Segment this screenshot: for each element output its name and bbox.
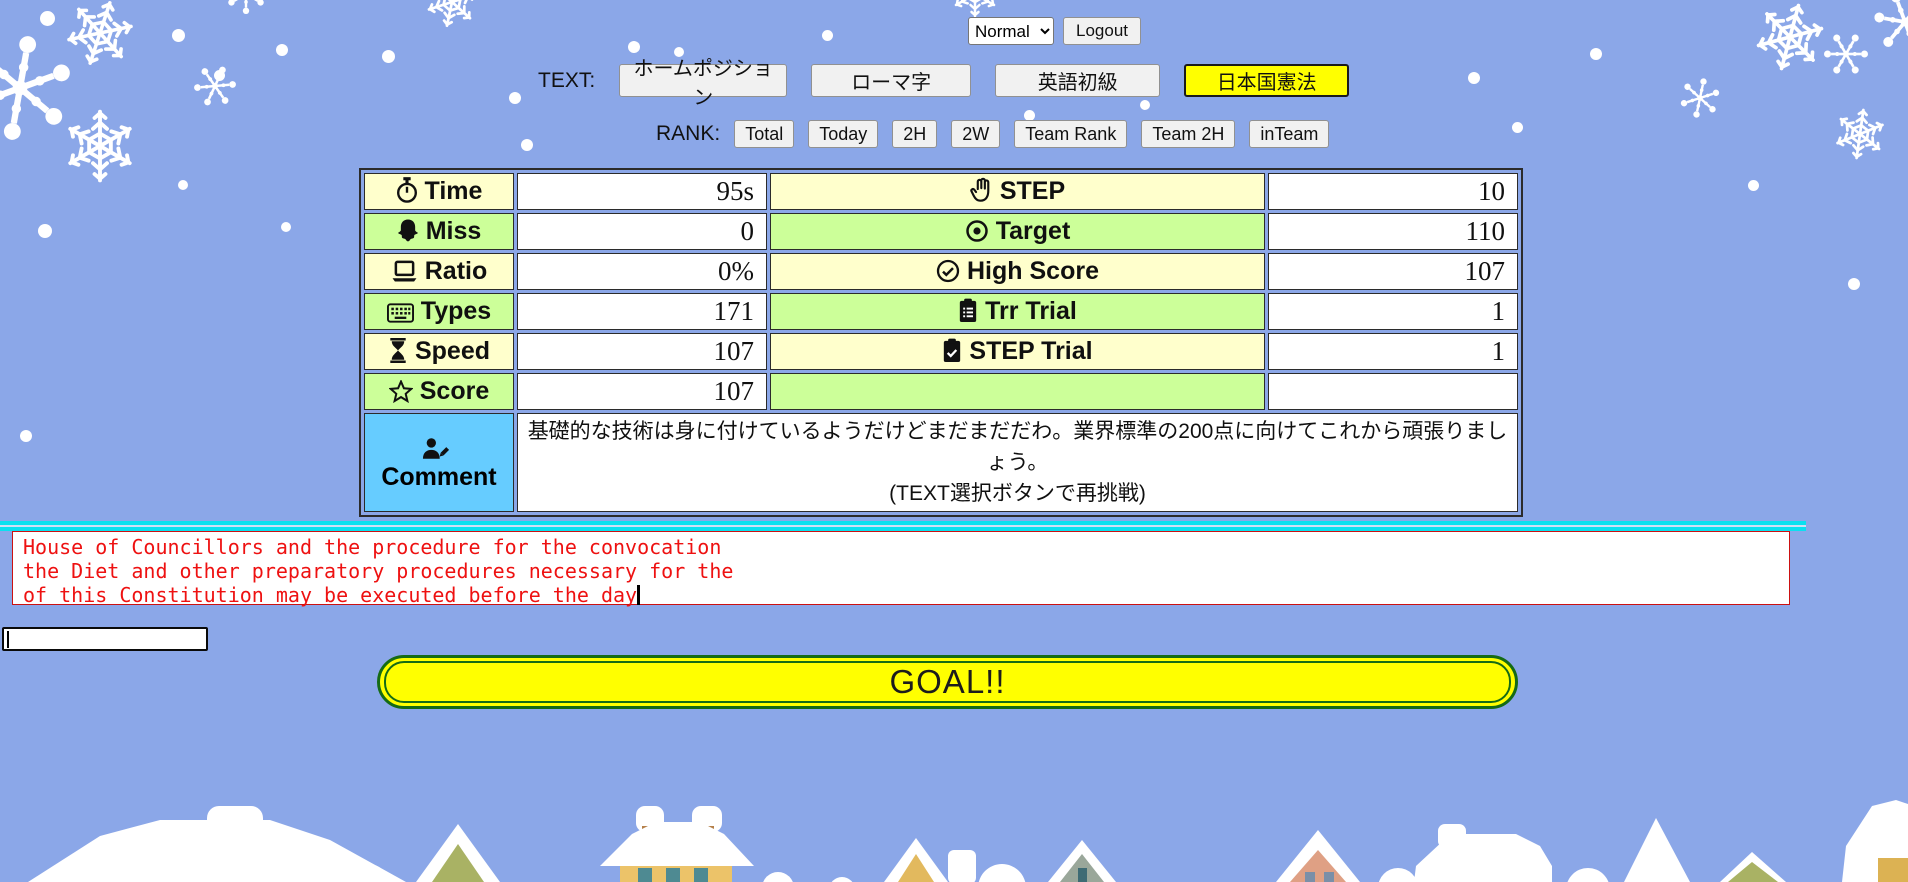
input-cursor <box>7 631 9 648</box>
rank-select-row: RANK: Total Today 2H 2W Team Rank Team 2… <box>656 120 1329 148</box>
hand-icon <box>970 177 993 203</box>
typing-app-page: Normal Logout TEXT: ホームポジション ローマ字 英語初級 日… <box>0 0 1908 882</box>
text-button-japan-constitution[interactable]: 日本国憲法 <box>1184 64 1349 97</box>
stat-value: 107 <box>517 333 767 370</box>
stat-label: STEP <box>1000 177 1065 205</box>
table-row: Score 107 <box>364 373 1518 410</box>
rank-button-2h[interactable]: 2H <box>892 120 937 148</box>
goal-button[interactable]: GOAL!! <box>377 655 1518 709</box>
mode-select[interactable]: Normal <box>968 17 1054 45</box>
laptop-icon <box>391 260 418 283</box>
stat-value: 107 <box>1268 253 1518 290</box>
comment-label: Comment <box>381 463 496 491</box>
stat-value: 107 <box>517 373 767 410</box>
comment-text: 基礎的な技術は身に付けているようだけどまだまだだわ。業界標準の200点に向けてこ… <box>517 413 1518 512</box>
rank-button-team-rank[interactable]: Team Rank <box>1014 120 1127 148</box>
table-row: Miss 0 Target 110 <box>364 213 1518 250</box>
logout-button[interactable]: Logout <box>1063 17 1141 45</box>
text-cursor <box>637 585 640 605</box>
stat-label: High Score <box>967 257 1099 285</box>
stat-label: Time <box>425 177 483 205</box>
stat-value: 171 <box>517 293 767 330</box>
stat-value: 0 <box>517 213 767 250</box>
rank-button-2w[interactable]: 2W <box>951 120 1000 148</box>
typing-line: House of Councillors and the procedure f… <box>23 535 1789 559</box>
check-circle-icon <box>936 259 960 283</box>
stopwatch-icon <box>396 177 418 203</box>
snow-house <box>28 800 1908 882</box>
table-row: Time 95s STEP 10 <box>364 173 1518 210</box>
empty-label-cell <box>770 373 1265 410</box>
stat-label: Score <box>420 377 489 405</box>
comment-line2: (TEXT選択ボタンで再挑戦) <box>526 478 1509 509</box>
stat-label: Types <box>421 297 491 325</box>
rank-button-team-2h[interactable]: Team 2H <box>1141 120 1235 148</box>
rank-row-label: RANK: <box>656 122 720 146</box>
rank-button-inteam[interactable]: inTeam <box>1249 120 1329 148</box>
target-icon <box>965 219 989 243</box>
stat-value: 1 <box>1268 293 1518 330</box>
rank-button-total[interactable]: Total <box>734 120 794 148</box>
stat-label: Miss <box>426 217 482 245</box>
table-row: Ratio 0% High Score 107 <box>364 253 1518 290</box>
text-button-english-beginner[interactable]: 英語初級 <box>995 64 1160 97</box>
hourglass-icon <box>388 338 408 363</box>
text-row-label: TEXT: <box>538 69 595 93</box>
ghost-icon <box>397 218 419 243</box>
stat-value: 0% <box>517 253 767 290</box>
table-row: Types 171 Trr Trial 1 <box>364 293 1518 330</box>
stat-value: 95s <box>517 173 767 210</box>
progress-divider-bar <box>0 521 1806 531</box>
stat-label: Ratio <box>425 257 488 285</box>
stat-label: Trr Trial <box>985 297 1077 325</box>
comment-line1: 基礎的な技術は身に付けているようだけどまだまだだわ。業界標準の200点に向けてこ… <box>526 416 1509 478</box>
empty-value-cell <box>1268 373 1518 410</box>
comment-row: Comment 基礎的な技術は身に付けているようだけどまだまだだわ。業界標準の2… <box>364 413 1518 512</box>
text-button-romaji[interactable]: ローマ字 <box>811 64 971 97</box>
clipboard-list-icon <box>958 298 978 323</box>
stat-label: STEP Trial <box>969 337 1092 365</box>
keyboard-icon <box>387 303 414 323</box>
clipboard-check-icon <box>942 338 962 363</box>
typing-line: the Diet and other preparatory procedure… <box>23 559 1789 583</box>
user-edit-icon <box>422 437 450 460</box>
stat-value: 10 <box>1268 173 1518 210</box>
stat-value: 110 <box>1268 213 1518 250</box>
stat-value: 1 <box>1268 333 1518 370</box>
table-row: Speed 107 STEP Trial 1 <box>364 333 1518 370</box>
stat-label: Target <box>996 217 1071 245</box>
text-button-home-position[interactable]: ホームポジション <box>619 64 787 97</box>
goal-button-label: GOAL!! <box>384 661 1511 703</box>
typing-input-field[interactable] <box>2 627 208 651</box>
text-select-row: TEXT: ホームポジション ローマ字 英語初級 日本国憲法 <box>538 64 1349 97</box>
rank-button-today[interactable]: Today <box>808 120 878 148</box>
star-icon <box>389 380 413 403</box>
typing-line: of this Constitution may be executed bef… <box>23 583 1789 607</box>
top-bar: Normal Logout <box>968 17 1141 45</box>
stat-label: Speed <box>415 337 490 365</box>
typing-text-display[interactable]: House of Councillors and the procedure f… <box>12 531 1790 605</box>
stats-table: Time 95s STEP 10 Miss 0 Target 110 Ratio… <box>359 168 1523 517</box>
